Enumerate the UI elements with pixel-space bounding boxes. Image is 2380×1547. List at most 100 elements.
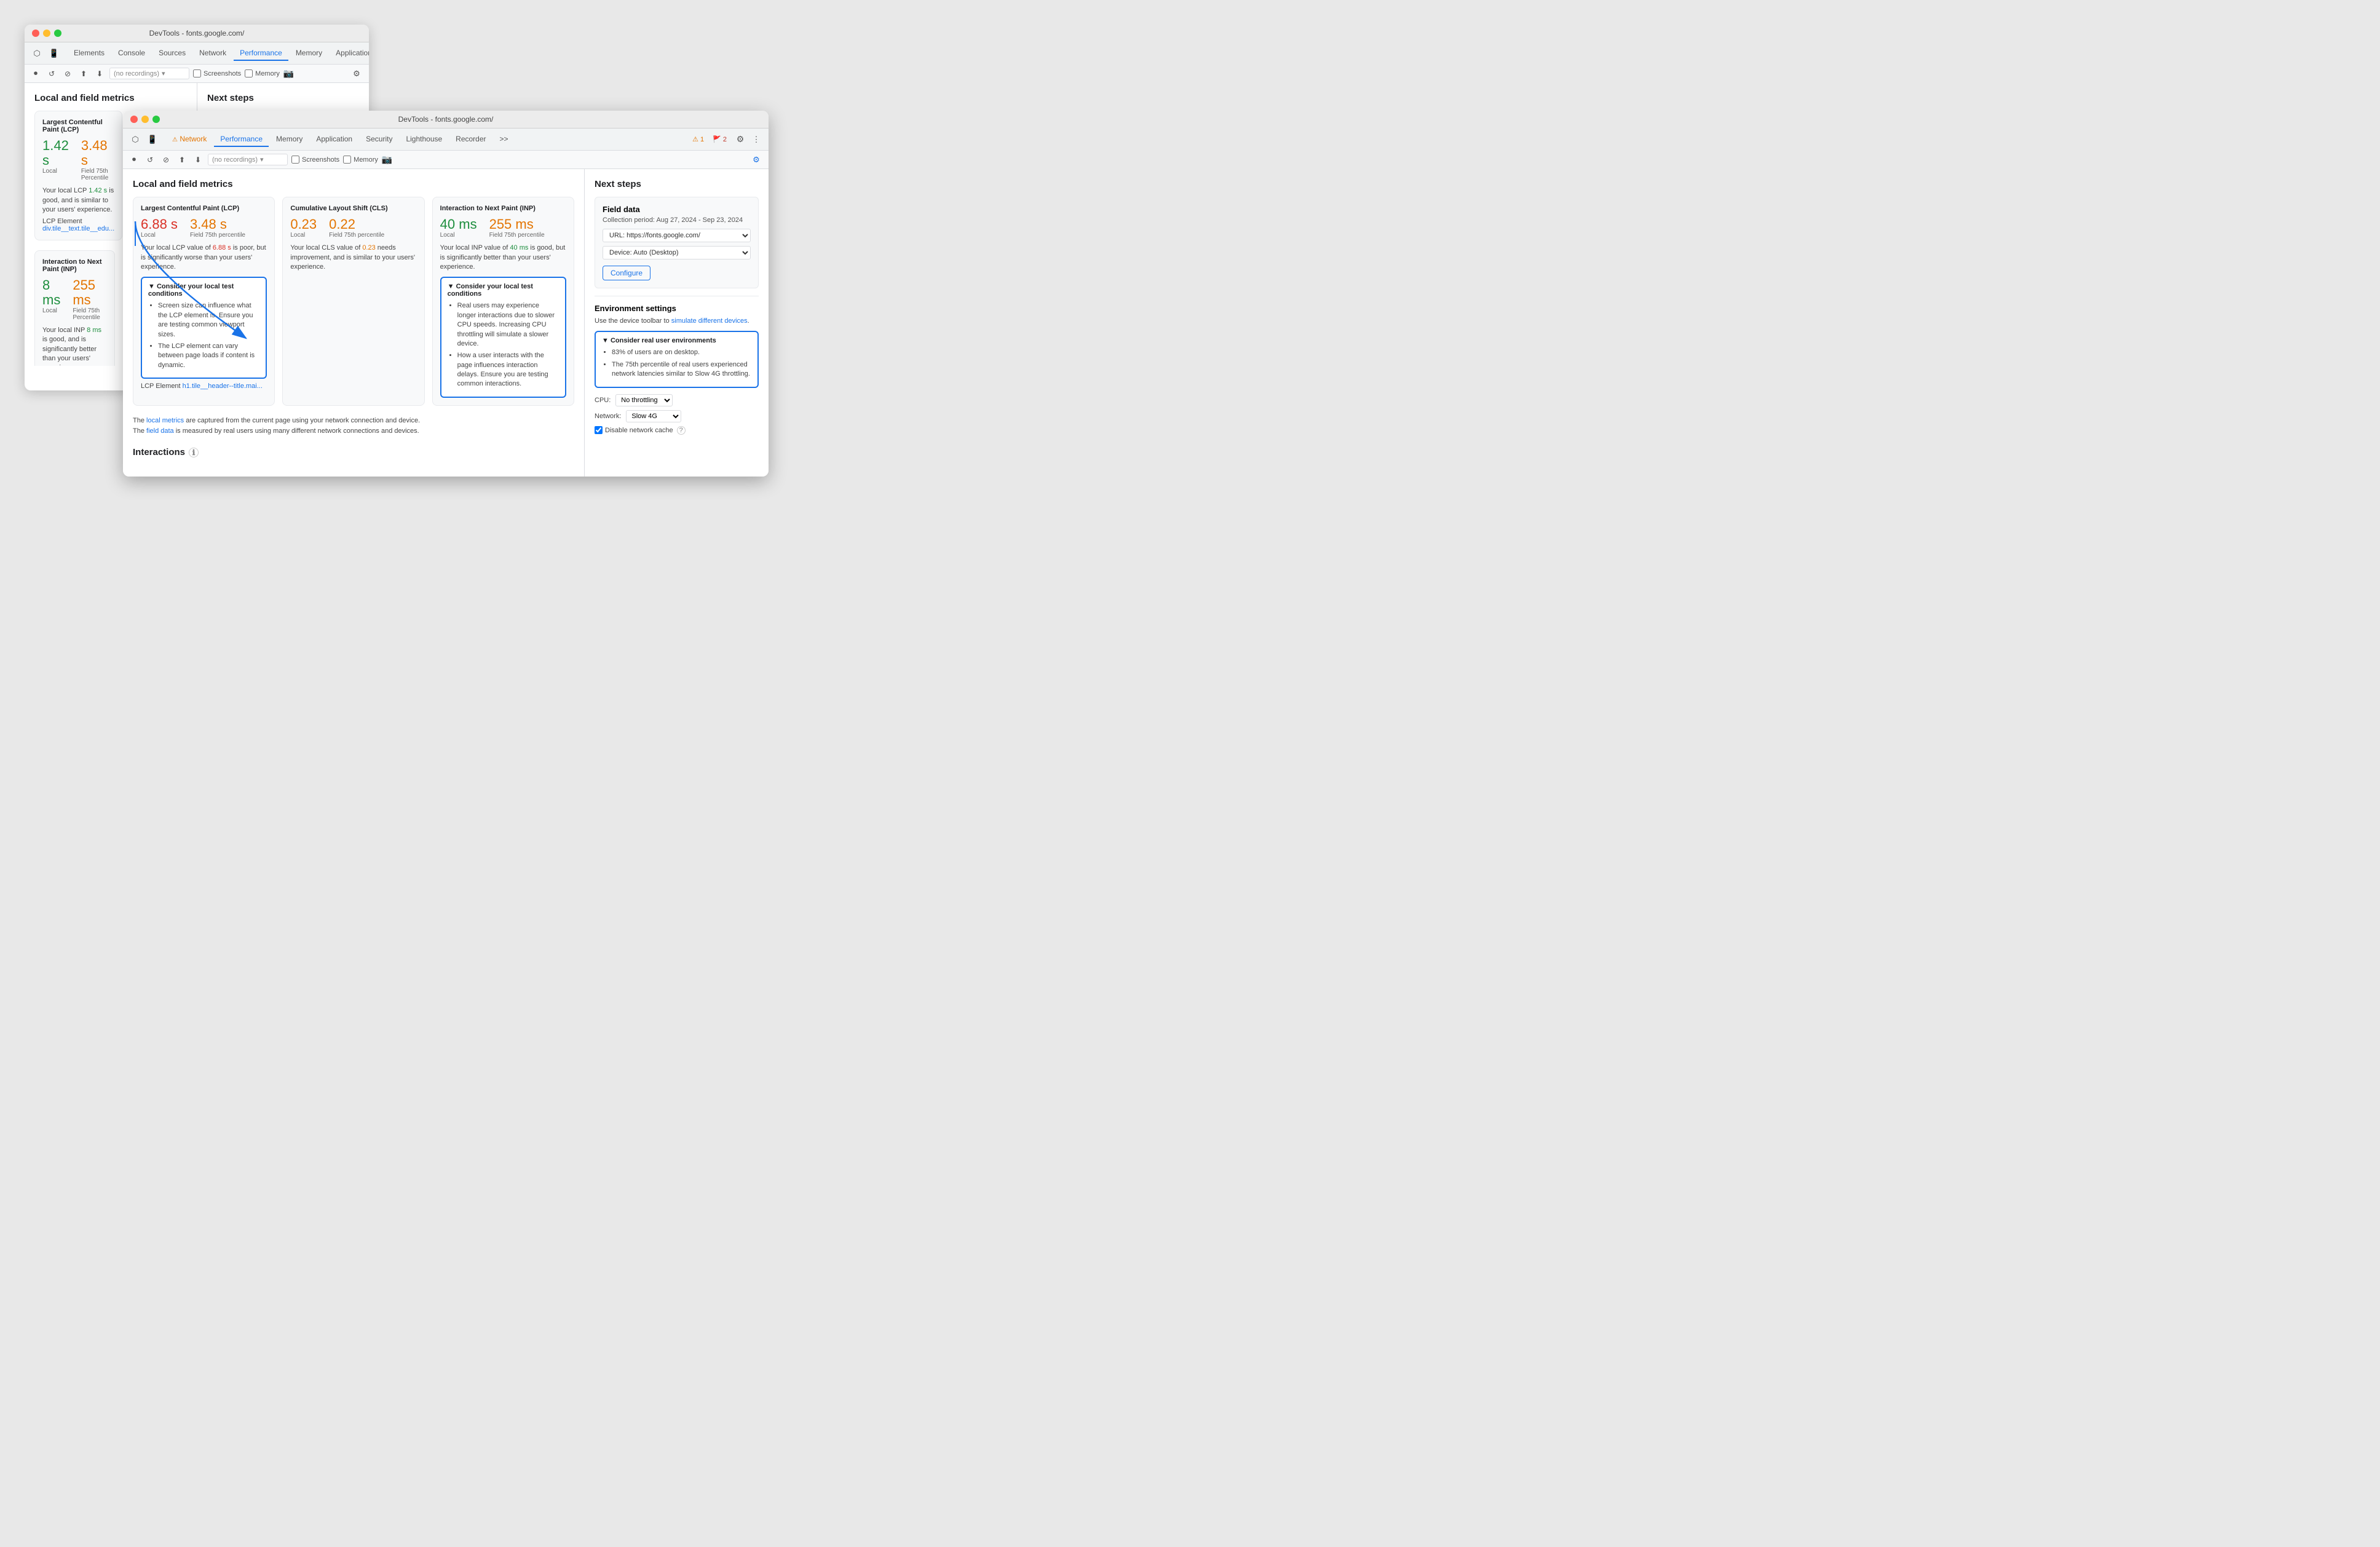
lcp-field-2: 3.48 s Field 75th percentile xyxy=(190,217,245,239)
recordings-input-2[interactable]: (no recordings) ▾ xyxy=(208,154,288,165)
disable-cache-check-2[interactable] xyxy=(595,426,603,434)
lcp-local-2: 6.88 s Local xyxy=(141,217,178,239)
minimize-button-2[interactable] xyxy=(141,116,149,123)
interactions-info-icon[interactable]: ℹ xyxy=(189,448,199,457)
tab-performance-2[interactable]: Performance xyxy=(214,132,269,147)
inspect-icon[interactable]: ⬡ xyxy=(30,46,44,61)
screenshots-check-2[interactable] xyxy=(291,156,299,164)
tab-more-2[interactable]: >> xyxy=(494,132,515,147)
next-steps-sidebar-2: Next steps Field data Collection period:… xyxy=(584,169,769,477)
next-steps-title-2: Next steps xyxy=(595,179,759,189)
devtools-nav-1: ⬡ 📱 Elements Console Sources Network Per… xyxy=(25,42,369,65)
memory-check-2[interactable] xyxy=(343,156,351,164)
close-button-2[interactable] xyxy=(130,116,138,123)
screenshots-checkbox-2[interactable]: Screenshots xyxy=(291,156,339,164)
metrics-row-2: Largest Contentful Paint (LCP) 6.88 s Lo… xyxy=(133,197,574,406)
tab-console-1[interactable]: Console xyxy=(112,46,151,61)
device-select-2[interactable]: Device: Auto (Desktop) xyxy=(603,246,751,259)
lcp-field-label-1: Field 75th Percentile xyxy=(81,168,114,181)
settings-toolbar-icon-2[interactable]: ⚙ xyxy=(749,152,764,167)
lcp-consider-title-2[interactable]: ▼ Consider your local test conditions xyxy=(148,283,259,298)
screenshots-checkbox-1[interactable]: Screenshots xyxy=(193,69,241,77)
record-btn-2[interactable]: ⏺ xyxy=(128,154,140,166)
device-icon[interactable]: 📱 xyxy=(47,46,61,61)
download-btn-2[interactable]: ⬇ xyxy=(192,154,204,166)
lcp-local-label-1: Local xyxy=(42,168,69,175)
clear-btn-2[interactable]: ⊘ xyxy=(160,154,172,166)
memory-checkbox-2[interactable]: Memory xyxy=(343,156,378,164)
inp-local-label-2: Local xyxy=(440,232,477,239)
inp-local-1: 8 ms Local xyxy=(42,278,60,321)
nav-badges-2: ⚠ 1 🚩 2 xyxy=(690,135,729,144)
upload-btn-1[interactable]: ⬆ xyxy=(77,68,90,80)
lcp-local-1: 1.42 s Local xyxy=(42,138,69,181)
inp-field-val-2: 255 ms xyxy=(489,217,545,232)
reload-btn-1[interactable]: ↺ xyxy=(45,68,58,80)
network-row-2: Network: Slow 4G Fast 4G No throttling xyxy=(595,410,759,422)
inspect-icon-2[interactable]: ⬡ xyxy=(128,132,143,147)
window-title-2: DevTools - fonts.google.com/ xyxy=(398,115,494,124)
tab-security-2[interactable]: Security xyxy=(360,132,398,147)
field-data-box-2: Field data Collection period: Aug 27, 20… xyxy=(595,197,759,288)
inp-consider-box-2: ▼ Consider your local test conditions Re… xyxy=(440,277,566,398)
close-button-1[interactable] xyxy=(32,30,39,37)
device-icon-2[interactable]: 📱 xyxy=(145,132,160,147)
record-btn-1[interactable]: ⏺ xyxy=(30,68,42,80)
lcp-element-1: LCP Element div.tile__text.tile__edu... xyxy=(42,218,114,232)
devtools-nav-2: ⬡ 📱 ⚠ Network Performance Memory Applica… xyxy=(123,129,769,151)
disable-cache-label-2: Disable network cache xyxy=(605,427,673,434)
clear-btn-1[interactable]: ⊘ xyxy=(61,68,74,80)
settings-icon-2[interactable]: ⚙ xyxy=(733,132,748,147)
url-select-2[interactable]: URL: https://fonts.google.com/ xyxy=(603,229,751,242)
camera-icon-2[interactable]: 📷 xyxy=(382,154,392,165)
tab-sources-1[interactable]: Sources xyxy=(152,46,192,61)
lcp-field-label-2: Field 75th percentile xyxy=(190,232,245,239)
inp-consider-title-2[interactable]: ▼ Consider your local test conditions xyxy=(448,283,559,298)
settings-toolbar-icon-1[interactable]: ⚙ xyxy=(349,66,364,81)
lcp-consider-list-2: Screen size can influence what the LCP e… xyxy=(148,301,259,370)
configure-btn-2[interactable]: Configure xyxy=(603,266,650,280)
tab-elements-1[interactable]: Elements xyxy=(68,46,111,61)
more-icon-2[interactable]: ⋮ xyxy=(749,132,764,147)
tab-network-1[interactable]: Network xyxy=(193,46,232,61)
consider-real-title-2[interactable]: ▼ Consider real user environments xyxy=(602,337,751,344)
screenshots-label-1: Screenshots xyxy=(204,70,241,77)
cpu-select-2[interactable]: No throttling 4x slowdown 6x slowdown xyxy=(615,394,673,406)
cpu-label-2: CPU: xyxy=(595,397,611,404)
lcp-card-2: Largest Contentful Paint (LCP) 6.88 s Lo… xyxy=(133,197,275,406)
field-data-link[interactable]: field data xyxy=(146,427,174,435)
tab-recorder-2[interactable]: Recorder xyxy=(449,132,492,147)
nav-icons-1: ⬡ 📱 xyxy=(30,46,61,61)
memory-label-1: Memory xyxy=(255,70,280,77)
inp-consider-list-2: Real users may experience longer interac… xyxy=(448,301,559,389)
reload-btn-2[interactable]: ↺ xyxy=(144,154,156,166)
minimize-button-1[interactable] xyxy=(43,30,50,37)
network-select-2[interactable]: Slow 4G Fast 4G No throttling xyxy=(626,410,681,422)
tab-application-1[interactable]: Application xyxy=(330,46,369,61)
simulate-link[interactable]: simulate different devices xyxy=(671,317,748,325)
recordings-input-1[interactable]: (no recordings) ▾ xyxy=(109,68,189,79)
tab-memory-2[interactable]: Memory xyxy=(270,132,309,147)
download-btn-1[interactable]: ⬇ xyxy=(93,68,106,80)
tab-application-2[interactable]: Application xyxy=(310,132,358,147)
tab-performance-1[interactable]: Performance xyxy=(234,46,288,61)
lcp-element-link-2[interactable]: h1.tile__header--title.mai... xyxy=(183,382,263,390)
inp-field-val-1: 255 ms xyxy=(73,278,107,307)
disable-cache-info-icon[interactable]: ? xyxy=(677,426,686,435)
screenshots-check-1[interactable] xyxy=(193,69,201,77)
camera-icon-1[interactable]: 📷 xyxy=(283,68,294,79)
local-metrics-link[interactable]: local metrics xyxy=(146,417,184,424)
lcp-element-link-1[interactable]: div.tile__text.tile__edu... xyxy=(42,225,114,232)
lcp-local-val-1: 1.42 s xyxy=(42,138,69,168)
tab-memory-1[interactable]: Memory xyxy=(290,46,328,61)
tab-network-2[interactable]: ⚠ Network xyxy=(166,132,213,147)
tab-lighthouse-2[interactable]: Lighthouse xyxy=(400,132,448,147)
cls-field-val-2: 0.22 xyxy=(329,217,384,232)
memory-checkbox-1[interactable]: Memory xyxy=(245,69,280,77)
inp-desc-2: Your local INP value of 40 ms is good, b… xyxy=(440,243,566,272)
memory-check-1[interactable] xyxy=(245,69,253,77)
maximize-button-1[interactable] xyxy=(54,30,61,37)
inp-local-val-2: 40 ms xyxy=(440,217,477,232)
maximize-button-2[interactable] xyxy=(152,116,160,123)
upload-btn-2[interactable]: ⬆ xyxy=(176,154,188,166)
